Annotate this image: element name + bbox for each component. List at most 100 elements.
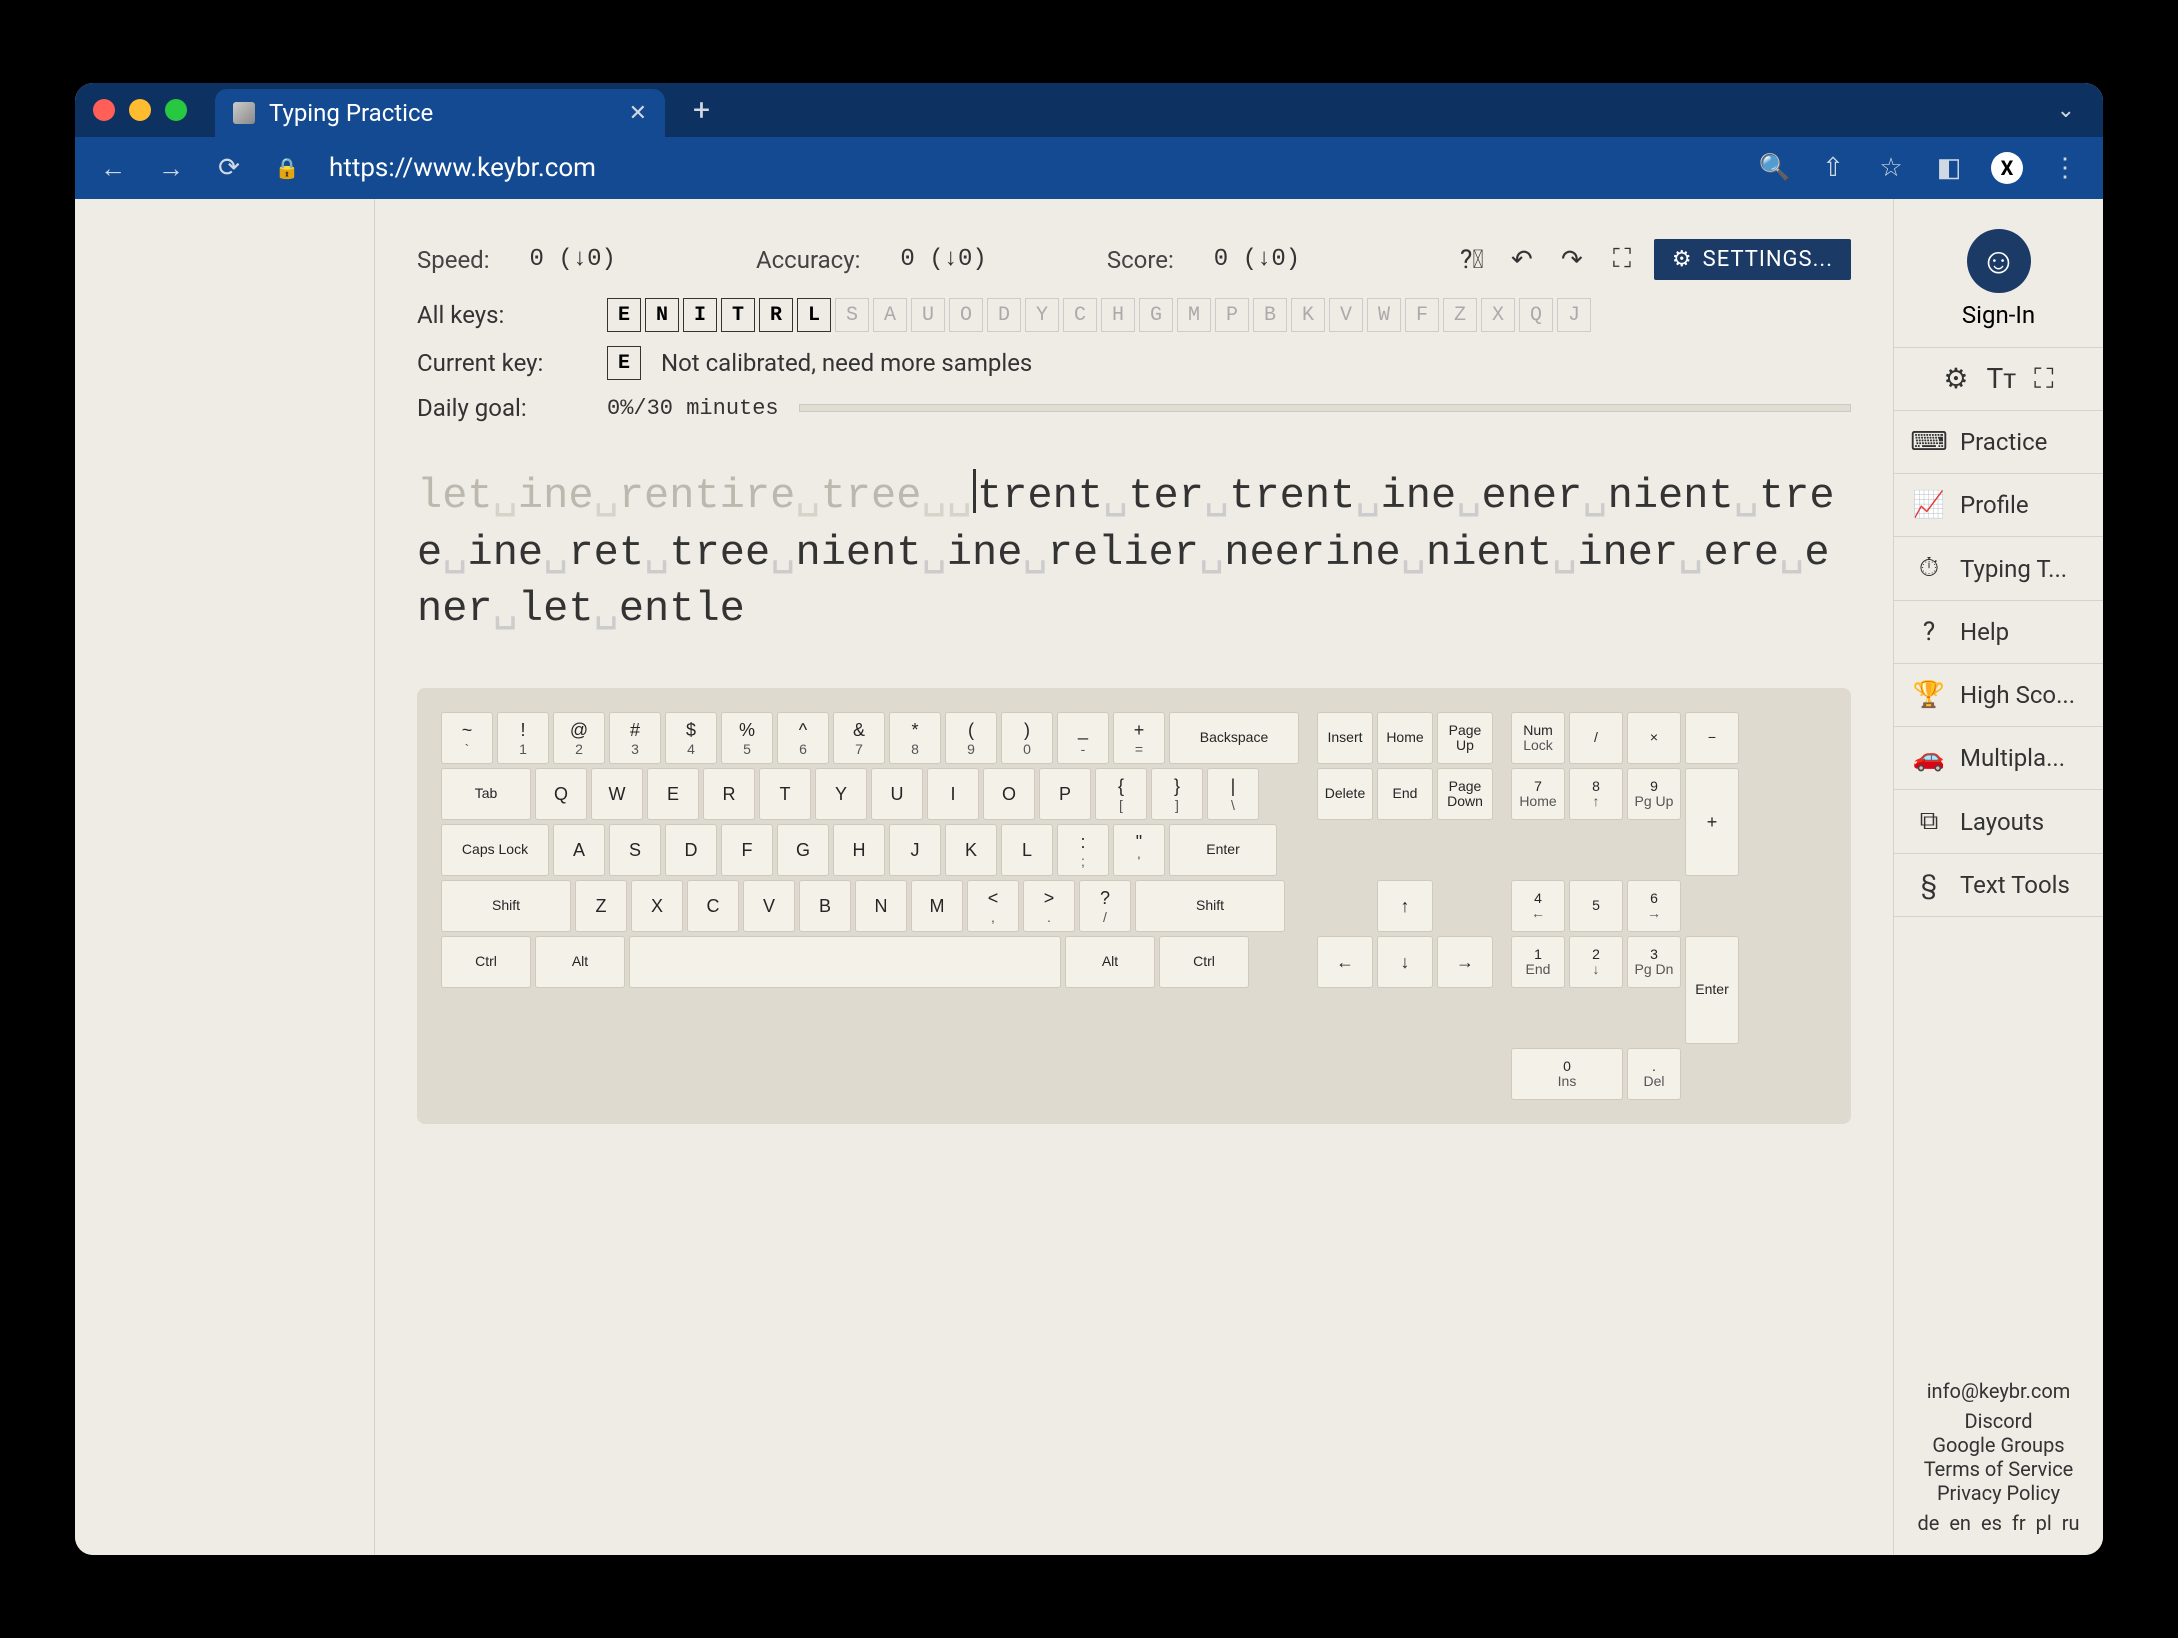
key-chip[interactable]: V [1329,298,1363,332]
key-chip[interactable]: P [1215,298,1249,332]
footer-link[interactable]: Google Groups [1904,1433,2093,1457]
locale-link[interactable]: es [1981,1511,2002,1535]
keyboard-key: 8↑ [1569,768,1623,820]
search-icon[interactable]: 🔍 [1759,153,1791,183]
user-face-icon: ☺ [1967,229,2031,293]
keyboard-key: ↓ [1377,936,1433,988]
key-chip[interactable]: T [721,298,755,332]
forward-button[interactable]: → [155,153,187,184]
new-tab-button[interactable]: + [693,93,710,128]
address-bar[interactable]: https://www.keybr.com [329,153,1733,183]
close-tab-icon[interactable]: ✕ [629,101,647,126]
redo-icon[interactable]: ↷ [1554,242,1590,278]
back-button[interactable]: ← [97,153,129,184]
key-chip[interactable]: Y [1025,298,1059,332]
text-size-icon[interactable]: Tᴛ [1986,362,2016,396]
key-chip[interactable]: L [797,298,831,332]
close-window-icon[interactable] [93,99,115,121]
nav-label: Help [1960,618,2009,646]
keyboard-key: 5 [1569,880,1623,932]
key-chip[interactable]: B [1253,298,1287,332]
locale-links: deenesfrplru [1904,1511,2093,1535]
sidebar-item[interactable]: 📈Profile [1894,474,2103,537]
key-chip[interactable]: A [873,298,907,332]
sidebar-item[interactable]: ⧉Layouts [1894,790,2103,854]
keyboard-key: += [1113,712,1165,764]
locale-link[interactable]: pl [2036,1511,2052,1535]
footer-link[interactable]: Privacy Policy [1904,1481,2093,1505]
typing-text[interactable]: let␣ine␣rentire␣tree␣␣trent␣ter␣trent␣in… [417,468,1851,638]
footer-link[interactable]: Terms of Service [1904,1457,2093,1481]
keyboard-key: Ctrl [441,936,531,988]
keyboard-key: @2 [553,712,605,764]
maximize-window-icon[interactable] [165,99,187,121]
theme-icon[interactable]: ⚙ [1943,362,1968,396]
key-chip[interactable]: N [645,298,679,332]
favicon-icon [233,102,255,124]
locale-link[interactable]: de [1917,1511,1939,1535]
more-menu-icon[interactable]: ⋮ [2049,153,2081,183]
locale-link[interactable]: en [1949,1511,1971,1535]
key-chip[interactable]: O [949,298,983,332]
sidebar-item[interactable]: ⌨Practice [1894,411,2103,474]
sidebar-item[interactable]: 🚗Multipla... [1894,727,2103,790]
key-chip[interactable]: Q [1519,298,1553,332]
keyboard-key: 3Pg Dn [1627,936,1681,988]
help-icon[interactable]: ?⃝ [1454,242,1490,278]
keyboard-key: Home [1377,712,1433,764]
key-chip[interactable]: G [1139,298,1173,332]
sidebar-item[interactable]: 🏆High Sco... [1894,664,2103,727]
key-chip[interactable]: S [835,298,869,332]
bookmark-icon[interactable]: ☆ [1875,153,1907,183]
key-chip[interactable]: K [1291,298,1325,332]
sidebar-item[interactable]: ⏱Typing T... [1894,537,2103,601]
stats-row: Speed: 0 (↓0) Accuracy: 0 (↓0) Score: 0 … [417,239,1851,280]
keyboard-key: M [911,880,963,932]
keyboard-key: Shift [441,880,571,932]
key-chip[interactable]: C [1063,298,1097,332]
daily-goal-label: Daily goal: [417,394,587,422]
keyboard-key: ^6 [777,712,829,764]
sidebar-item[interactable]: §Text Tools [1894,854,2103,917]
keyboard-key: Caps Lock [441,824,549,876]
tabs-dropdown-icon[interactable]: ⌄ [2057,98,2075,123]
keyboard-key: Enter [1685,936,1739,1044]
key-chip[interactable]: J [1557,298,1591,332]
minimize-window-icon[interactable] [129,99,151,121]
browser-tab[interactable]: Typing Practice ✕ [215,89,665,137]
profile-avatar[interactable]: X [1991,152,2023,184]
expand-icon[interactable]: ⛶ [1604,242,1640,278]
key-chip[interactable]: I [683,298,717,332]
share-icon[interactable]: ⇧ [1817,153,1849,183]
locale-link[interactable]: fr [2012,1511,2026,1535]
keyboard-key: L [1001,824,1053,876]
keyboard-key: Z [575,880,627,932]
key-chip[interactable]: F [1405,298,1439,332]
sidebar-item[interactable]: ?Help [1894,601,2103,664]
key-chip[interactable]: Z [1443,298,1477,332]
fullscreen-icon[interactable]: ⛶ [2034,362,2054,396]
footer-link[interactable]: Discord [1904,1409,2093,1433]
key-chip[interactable]: D [987,298,1021,332]
undo-icon[interactable]: ↶ [1504,242,1540,278]
keyboard-key: 1End [1511,936,1565,988]
nav-label: Text Tools [1960,871,2070,899]
signin-block[interactable]: ☺ Sign-In [1894,229,2103,347]
key-chip[interactable]: E [607,298,641,332]
accuracy-value: 0 (↓0) [900,246,986,273]
left-gutter [75,199,375,1555]
key-chip[interactable]: R [759,298,793,332]
footer-email[interactable]: info@keybr.com [1904,1379,2093,1403]
locale-link[interactable]: ru [2062,1511,2080,1535]
current-key-label: Current key: [417,349,587,377]
settings-button[interactable]: ⚙ SETTINGS... [1654,239,1851,280]
key-chip[interactable]: H [1101,298,1135,332]
panel-icon[interactable]: ◧ [1933,153,1965,183]
key-chip[interactable]: M [1177,298,1211,332]
key-chip[interactable]: W [1367,298,1401,332]
keyboard-nav: InsertHomePageUpDeleteEndPageDown ↑ ←↓→ [1317,712,1493,1100]
key-chip[interactable]: X [1481,298,1515,332]
main-content: Speed: 0 (↓0) Accuracy: 0 (↓0) Score: 0 … [375,199,1893,1555]
key-chip[interactable]: U [911,298,945,332]
reload-button[interactable]: ⟳ [213,153,245,183]
